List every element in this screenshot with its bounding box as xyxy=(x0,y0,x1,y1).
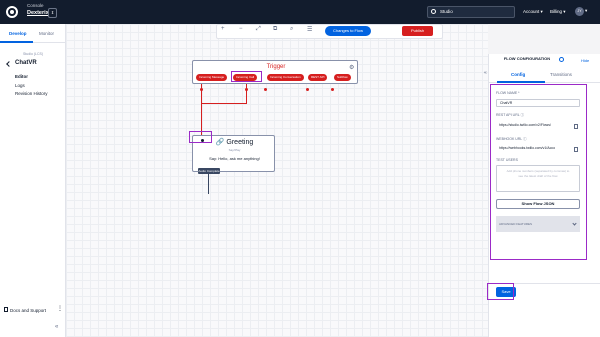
user-menu-chevron-icon[interactable]: ▾ xyxy=(585,8,587,14)
hide-panel-link[interactable]: Hide xyxy=(581,58,589,63)
account-switcher-button[interactable]: ⇕ xyxy=(48,8,57,18)
zoom-in-icon[interactable]: + xyxy=(221,26,225,32)
connector-line xyxy=(201,103,247,104)
panel-title: FLOW CONFIGURATION xyxy=(503,56,551,61)
account-menu[interactable]: Account ▾ xyxy=(523,9,543,15)
sidebar-item-revision-history[interactable]: Revision History xyxy=(15,91,48,96)
publish-button[interactable]: Publish xyxy=(402,26,433,36)
console-label: Console xyxy=(27,3,44,8)
audio-complete-transition[interactable]: Audio Complete xyxy=(198,168,220,174)
connector-dot xyxy=(331,88,334,91)
input-node-highlight xyxy=(189,131,212,143)
collapse-sidebar-icon[interactable]: « xyxy=(55,324,58,330)
list-icon[interactable]: ☰ xyxy=(307,26,312,33)
active-tab-indicator xyxy=(0,41,33,43)
trigger-widget[interactable]: Trigger ⚙ Incoming Message Incoming Call… xyxy=(192,60,358,84)
tab-develop[interactable]: Develop xyxy=(9,31,27,36)
info-icon[interactable] xyxy=(559,57,564,62)
billing-menu[interactable]: Billing ▾ xyxy=(550,9,566,15)
connector-line xyxy=(201,84,202,104)
fit-view-icon[interactable]: ⤢ xyxy=(256,26,261,33)
twilio-logo-icon[interactable] xyxy=(6,6,18,18)
connector-dot xyxy=(306,88,309,91)
search-icon xyxy=(431,9,436,14)
tab-transitions[interactable]: Transitions xyxy=(550,72,572,77)
incoming-call-highlight xyxy=(231,71,262,82)
left-sidebar: Develop Monitor Studio (LCS) ChatVR Edit… xyxy=(0,24,66,337)
connector-line xyxy=(246,84,247,104)
back-arrow-icon[interactable] xyxy=(6,61,12,67)
tab-config[interactable]: Config xyxy=(511,72,525,77)
save-button-highlight xyxy=(487,283,514,300)
greeting-type: Say/Play xyxy=(228,148,241,152)
tab-monitor[interactable]: Monitor xyxy=(39,31,54,36)
zoom-out-icon[interactable]: − xyxy=(239,26,243,32)
panel-collapse-icon[interactable]: « xyxy=(484,70,487,76)
connector-dot xyxy=(264,88,267,91)
trigger-pill-incoming-message[interactable]: Incoming Message xyxy=(196,74,228,81)
search-widget-icon[interactable]: ⌕ xyxy=(290,26,293,33)
config-form-highlight xyxy=(490,84,587,260)
top-navigation-bar: Console Dexterix ⇕ Studio Account ▾ Bill… xyxy=(0,0,600,24)
greeting-body: Say: Hello, ask me anything! xyxy=(209,156,260,161)
user-avatar[interactable]: JY xyxy=(575,7,584,16)
duplicate-icon[interactable]: ⧉ xyxy=(273,26,277,33)
sidebar-item-editor[interactable]: Editor xyxy=(15,74,28,79)
studio-label: Studio (LCS) xyxy=(22,52,44,56)
search-input[interactable]: Studio xyxy=(427,6,515,18)
account-name-link[interactable]: Dexterix xyxy=(27,10,49,16)
docs-icon xyxy=(4,307,8,312)
trigger-pill-incoming-conversation[interactable]: Incoming Conversation xyxy=(267,74,304,81)
more-options-icon[interactable]: ⋮ xyxy=(57,305,63,312)
active-tab-indicator xyxy=(497,81,545,83)
trigger-pill-subflow[interactable]: Subflow xyxy=(334,74,351,81)
trigger-title: Trigger xyxy=(266,64,286,70)
flow-title: ChatVR xyxy=(15,60,37,66)
gear-icon[interactable]: ⚙ xyxy=(349,64,354,71)
sidebar-item-logs[interactable]: Logs xyxy=(15,83,25,88)
trigger-pill-rest-api[interactable]: REST API xyxy=(308,74,328,81)
changes-to-flow-button[interactable]: Changes to Flow xyxy=(325,26,371,36)
connector-line xyxy=(208,174,209,194)
docs-and-support-link[interactable]: Docs and Support xyxy=(10,308,46,313)
search-value: Studio xyxy=(440,9,453,14)
